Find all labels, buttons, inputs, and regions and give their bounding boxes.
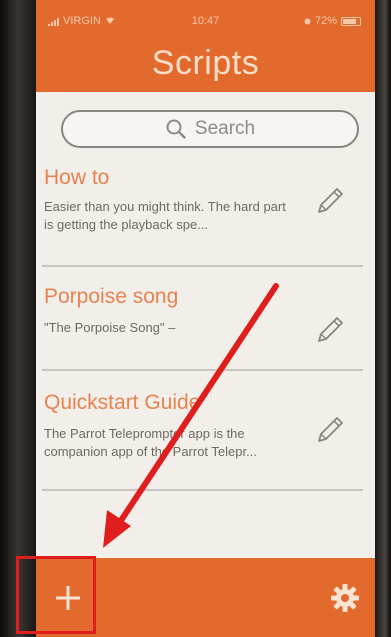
script-item[interactable]: Quickstart Guide The Parrot Teleprompter…	[42, 371, 363, 491]
pencil-icon[interactable]	[313, 413, 347, 447]
location-icon	[304, 18, 311, 24]
battery-percent: 72%	[314, 15, 337, 27]
page-title: Scripts	[151, 44, 260, 82]
phone-bezel-left	[0, 0, 36, 637]
script-item[interactable]: Porpoise song "The Porpoise Song" –	[42, 267, 363, 371]
photo-frame: VIRGIN 10:47 72% Scripts Search How to E…	[0, 0, 391, 637]
search-field[interactable]: Search	[61, 110, 359, 148]
annotation-highlight-box	[16, 556, 96, 634]
app-screen: VIRGIN 10:47 72% Scripts Search How to E…	[36, 0, 375, 637]
script-snippet: Easier than you might think. The hard pa…	[44, 199, 286, 232]
status-bar: VIRGIN 10:47 72%	[36, 10, 375, 32]
script-item[interactable]: How to Easier than you might think. The …	[42, 160, 363, 267]
settings-button[interactable]	[315, 558, 375, 637]
pencil-icon[interactable]	[313, 313, 347, 347]
battery-info: 72%	[304, 15, 361, 27]
app-header: VIRGIN 10:47 72% Scripts	[36, 0, 375, 92]
phone-bezel-right	[375, 0, 391, 637]
script-title: Porpoise song	[44, 285, 179, 308]
script-list: How to Easier than you might think. The …	[36, 160, 375, 491]
gear-icon	[331, 583, 359, 612]
search-placeholder: Search	[194, 118, 256, 139]
search-icon	[166, 119, 186, 139]
battery-icon	[341, 16, 361, 26]
script-snippet: "The Porpoise Song" –	[44, 320, 176, 335]
pencil-icon[interactable]	[313, 184, 347, 218]
script-snippet: The Parrot Teleprompter app is the compa…	[44, 426, 257, 459]
script-title: How to	[44, 166, 110, 189]
script-title: Quickstart Guide	[44, 391, 201, 414]
